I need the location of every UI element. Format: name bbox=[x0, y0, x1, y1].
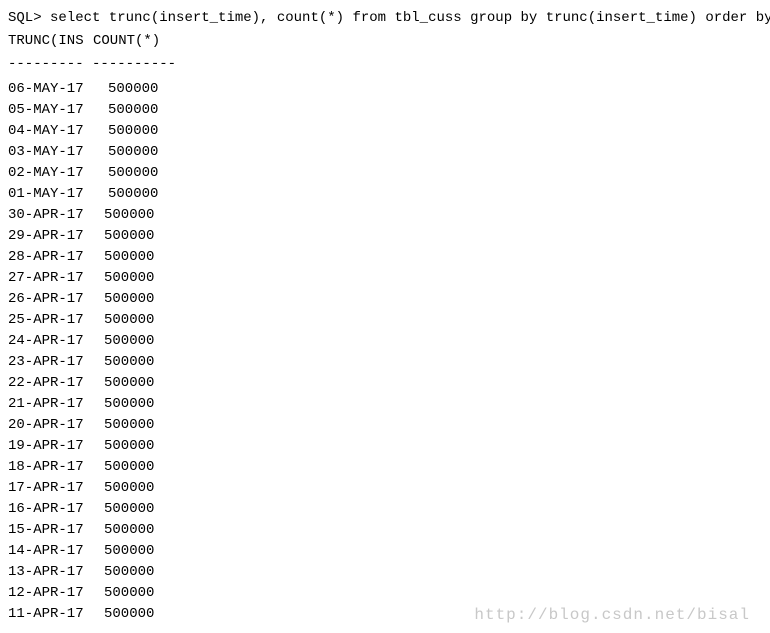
row-date: 06-MAY-17 bbox=[8, 79, 108, 100]
row-count: 500000 bbox=[108, 121, 158, 142]
row-date: 27-APR-17 bbox=[8, 268, 104, 289]
table-row: 02-MAY-17500000 bbox=[8, 163, 762, 184]
row-date: 04-MAY-17 bbox=[8, 121, 108, 142]
row-count: 500000 bbox=[104, 541, 154, 562]
table-row: 06-MAY-17500000 bbox=[8, 79, 762, 100]
table-row: 21-APR-17500000 bbox=[8, 394, 762, 415]
sql-query-text: select trunc(insert_time), count(*) from… bbox=[50, 10, 770, 26]
table-row: 04-MAY-17500000 bbox=[8, 121, 762, 142]
result-header: TRUNC(INS COUNT(*) bbox=[8, 31, 762, 52]
row-date: 26-APR-17 bbox=[8, 289, 104, 310]
table-row: 17-APR-17500000 bbox=[8, 478, 762, 499]
row-date: 14-APR-17 bbox=[8, 541, 104, 562]
table-row: 13-APR-17500000 bbox=[8, 562, 762, 583]
table-row: 01-MAY-17500000 bbox=[8, 184, 762, 205]
row-count: 500000 bbox=[108, 79, 158, 100]
row-date: 12-APR-17 bbox=[8, 583, 104, 604]
row-count: 500000 bbox=[104, 289, 154, 310]
row-count: 500000 bbox=[108, 163, 158, 184]
watermark-text: http://blog.csdn.net/bisal bbox=[474, 603, 750, 627]
row-count: 500000 bbox=[104, 583, 154, 604]
sql-prompt: SQL> bbox=[8, 10, 42, 26]
table-row: 05-MAY-17500000 bbox=[8, 100, 762, 121]
row-count: 500000 bbox=[104, 247, 154, 268]
table-row: 18-APR-17500000 bbox=[8, 457, 762, 478]
table-row: 12-APR-17500000 bbox=[8, 583, 762, 604]
table-row: 26-APR-17500000 bbox=[8, 289, 762, 310]
row-count: 500000 bbox=[108, 184, 158, 205]
header-divider: --------- ---------- bbox=[8, 54, 762, 75]
row-date: 17-APR-17 bbox=[8, 478, 104, 499]
table-row: 16-APR-17500000 bbox=[8, 499, 762, 520]
row-date: 29-APR-17 bbox=[8, 226, 104, 247]
row-date: 05-MAY-17 bbox=[8, 100, 108, 121]
row-date: 01-MAY-17 bbox=[8, 184, 108, 205]
row-date: 19-APR-17 bbox=[8, 436, 104, 457]
table-row: 28-APR-17500000 bbox=[8, 247, 762, 268]
row-date: 24-APR-17 bbox=[8, 331, 104, 352]
row-count: 500000 bbox=[104, 478, 154, 499]
table-row: 27-APR-17500000 bbox=[8, 268, 762, 289]
table-row: 03-MAY-17500000 bbox=[8, 142, 762, 163]
row-date: 28-APR-17 bbox=[8, 247, 104, 268]
row-count: 500000 bbox=[104, 520, 154, 541]
table-row: 14-APR-17500000 bbox=[8, 541, 762, 562]
table-row: 25-APR-17500000 bbox=[8, 310, 762, 331]
row-count: 500000 bbox=[104, 268, 154, 289]
table-row: 30-APR-17500000 bbox=[8, 205, 762, 226]
table-row: 20-APR-17500000 bbox=[8, 415, 762, 436]
header-col-trunc: TRUNC(INS bbox=[8, 31, 93, 52]
row-count: 500000 bbox=[108, 142, 158, 163]
row-date: 30-APR-17 bbox=[8, 205, 104, 226]
row-date: 20-APR-17 bbox=[8, 415, 104, 436]
row-count: 500000 bbox=[104, 415, 154, 436]
row-date: 03-MAY-17 bbox=[8, 142, 108, 163]
row-count: 500000 bbox=[104, 373, 154, 394]
row-date: 22-APR-17 bbox=[8, 373, 104, 394]
table-row: 19-APR-17500000 bbox=[8, 436, 762, 457]
sql-command-line: SQL> select trunc(insert_time), count(*)… bbox=[8, 8, 762, 29]
row-count: 500000 bbox=[104, 331, 154, 352]
row-count: 500000 bbox=[108, 100, 158, 121]
row-date: 23-APR-17 bbox=[8, 352, 104, 373]
table-row: 29-APR-17500000 bbox=[8, 226, 762, 247]
row-count: 500000 bbox=[104, 352, 154, 373]
result-rows: 06-MAY-1750000005-MAY-1750000004-MAY-175… bbox=[8, 79, 762, 625]
row-count: 500000 bbox=[104, 499, 154, 520]
row-count: 500000 bbox=[104, 562, 154, 583]
row-count: 500000 bbox=[104, 436, 154, 457]
row-count: 500000 bbox=[104, 310, 154, 331]
row-date: 21-APR-17 bbox=[8, 394, 104, 415]
row-count: 500000 bbox=[104, 457, 154, 478]
table-row: 22-APR-17500000 bbox=[8, 373, 762, 394]
row-date: 13-APR-17 bbox=[8, 562, 104, 583]
table-row: 15-APR-17500000 bbox=[8, 520, 762, 541]
row-date: 02-MAY-17 bbox=[8, 163, 108, 184]
row-date: 15-APR-17 bbox=[8, 520, 104, 541]
table-row: 24-APR-17500000 bbox=[8, 331, 762, 352]
row-count: 500000 bbox=[104, 394, 154, 415]
row-date: 16-APR-17 bbox=[8, 499, 104, 520]
row-date: 18-APR-17 bbox=[8, 457, 104, 478]
row-count: 500000 bbox=[104, 205, 154, 226]
table-row: 23-APR-17500000 bbox=[8, 352, 762, 373]
row-count: 500000 bbox=[104, 226, 154, 247]
row-date: 25-APR-17 bbox=[8, 310, 104, 331]
header-col-count: COUNT(*) bbox=[93, 31, 173, 52]
